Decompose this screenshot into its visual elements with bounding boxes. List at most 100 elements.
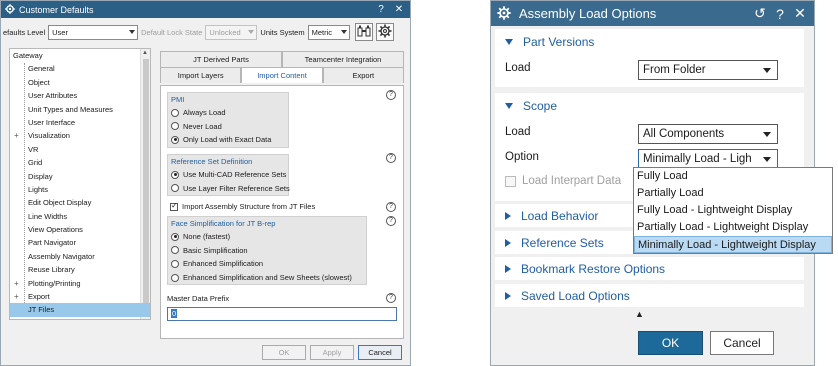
ok-button[interactable]: OK [638,331,703,355]
collapse-up-icon[interactable]: ▲ [635,309,644,319]
tree-item[interactable]: Lights [10,183,150,196]
tree-item[interactable]: Part Navigator [10,236,150,249]
help-icon[interactable]: ? [386,293,396,303]
category-tree[interactable]: ▲ ▼ GatewayGeneralObjectUser AttributesU… [9,48,151,320]
tree-item[interactable]: + Visualization [10,129,150,142]
interpart-label: Load Interpart Data [522,175,622,187]
radio-button[interactable] [171,184,179,193]
radio-button[interactable] [171,246,179,255]
customer-defaults-titlebar[interactable]: Customer Defaults ? ✕ [1,1,410,18]
tab-import-content[interactable]: Import Content [241,67,323,83]
dropdown-option[interactable]: Minimally Load - Lightweight Display [634,236,832,253]
tree-item[interactable]: Gateway [10,49,150,62]
pmi-option[interactable]: Never Load [168,120,288,134]
pmi-group: PMI Always Load Never Load Only Load wit… [167,92,289,148]
pmi-group-title: PMI [171,95,185,104]
units-select[interactable]: Metric [307,24,350,40]
defaults-level-select[interactable]: User [48,24,139,40]
expand-toggle-icon[interactable]: + [14,129,19,142]
scope-load-value: All Components [643,128,725,140]
tree-item[interactable]: VR [10,143,150,156]
option-label: Use Multi-CAD Reference Sets [183,170,287,180]
tree-item[interactable]: User Interface [10,116,150,129]
help-icon[interactable]: ? [386,153,396,163]
pmi-option[interactable]: Only Load with Exact Data [168,133,288,147]
defaults-toolbar: efaults Level User Default Lock State Un… [1,22,410,42]
dropdown-option[interactable]: Partially Load - Lightweight Display [634,219,832,236]
refset-option[interactable]: Use Layer Filter Reference Sets [168,182,290,196]
bookmark-restore-header[interactable]: Bookmark Restore Options [495,257,804,280]
part-versions-header[interactable]: Part Versions [495,29,804,55]
option-dropdown-list[interactable]: Fully Load Partially Load Fully Load - Lig… [633,167,833,254]
pmi-option[interactable]: Always Load [168,106,288,120]
cancel-button[interactable]: Cancel [358,345,402,360]
tree-item[interactable]: User Attributes [10,89,150,102]
help-icon[interactable]: ? [386,90,396,100]
tree-item[interactable]: + Export [10,290,150,303]
reset-icon[interactable]: ↺ [754,5,766,22]
tree-item[interactable]: Reuse Library [10,263,150,276]
cancel-button[interactable]: Cancel [710,331,774,355]
radio-button[interactable] [171,273,179,282]
scope-header[interactable]: Scope [495,93,804,119]
radio-button[interactable] [171,170,179,179]
scope-load-select[interactable]: All Components [638,124,778,144]
pv-load-select[interactable]: From Folder [638,60,778,80]
face-option[interactable]: Enhanced Simplification [168,257,366,271]
dropdown-option[interactable]: Partially Load [634,185,832,202]
apply-button[interactable]: Apply [310,345,354,360]
dropdown-option[interactable]: Fully Load [634,168,832,185]
radio-button[interactable] [171,122,179,131]
tree-item[interactable]: Line Widths [10,210,150,223]
radio-button[interactable] [171,259,179,268]
tree-item[interactable]: General [10,62,150,75]
ok-button[interactable]: OK [262,345,306,360]
face-option[interactable]: Enhanced Simplification and Sew Sheets (… [168,271,366,285]
saved-load-options-header[interactable]: Saved Load Options [495,284,804,307]
close-button[interactable]: ✕ [392,4,406,15]
tree-item-label: Gateway [13,51,43,60]
dropdown-option[interactable]: Fully Load - Lightweight Display [634,202,832,219]
units-label: Units System [260,27,305,37]
find-button[interactable] [354,23,373,41]
import-assembly-label: Import Assembly Structure from JT Files [182,202,316,212]
tree-item[interactable]: Display [10,170,150,183]
help-icon[interactable]: ? [386,202,396,212]
radio-button[interactable] [171,108,179,117]
import-assembly-checkbox-row[interactable]: Import Assembly Structure from JT Files [167,200,315,214]
refset-option[interactable]: Use Multi-CAD Reference Sets [168,168,288,182]
tab-teamcenter-integration[interactable]: Teamcenter Integration [282,51,404,67]
tree-item[interactable]: Unit Types and Measures [10,103,150,116]
help-button[interactable]: ? [774,6,786,22]
settings-button[interactable] [375,23,394,41]
tab-jt-derived-parts[interactable]: JT Derived Parts [160,51,282,67]
tree-item-label: User Attributes [28,91,78,101]
scope-option-select[interactable]: Minimally Load - Ligh [638,149,778,169]
pv-load-value: From Folder [643,64,706,76]
tree-item[interactable]: JT Files [10,303,150,317]
expand-toggle-icon[interactable]: + [14,277,19,290]
help-button[interactable]: ? [374,4,388,15]
tree-item[interactable]: Grid [10,156,150,169]
tab-import-layers[interactable]: Import Layers [160,67,242,83]
help-icon[interactable]: ? [386,216,396,226]
close-button[interactable]: ✕ [794,5,806,22]
tab-export[interactable]: Export [322,67,404,83]
face-option[interactable]: Basic Simplification [168,244,366,258]
tree-item[interactable]: Assembly Navigator [10,250,150,263]
master-prefix-input[interactable]: 0 [167,307,397,321]
pv-load-label: Load [505,62,531,74]
checkbox[interactable] [170,201,178,211]
tree-item-label: General [28,64,55,74]
section-title: Saved Load Options [521,288,630,303]
face-option[interactable]: None (fastest) [168,230,366,244]
tree-item[interactable]: Object [10,76,150,89]
tree-item[interactable]: View Operations [10,223,150,236]
tree-item[interactable]: Edit Object Display [10,196,150,209]
lock-state-select: Unlocked [205,24,258,40]
assembly-load-titlebar[interactable]: Assembly Load Options ↺ ? ✕ [491,1,814,26]
tree-item[interactable]: + Plotting/Printing [10,277,150,290]
radio-button[interactable] [171,135,179,144]
expand-toggle-icon[interactable]: + [14,290,19,303]
radio-button[interactable] [171,232,179,241]
